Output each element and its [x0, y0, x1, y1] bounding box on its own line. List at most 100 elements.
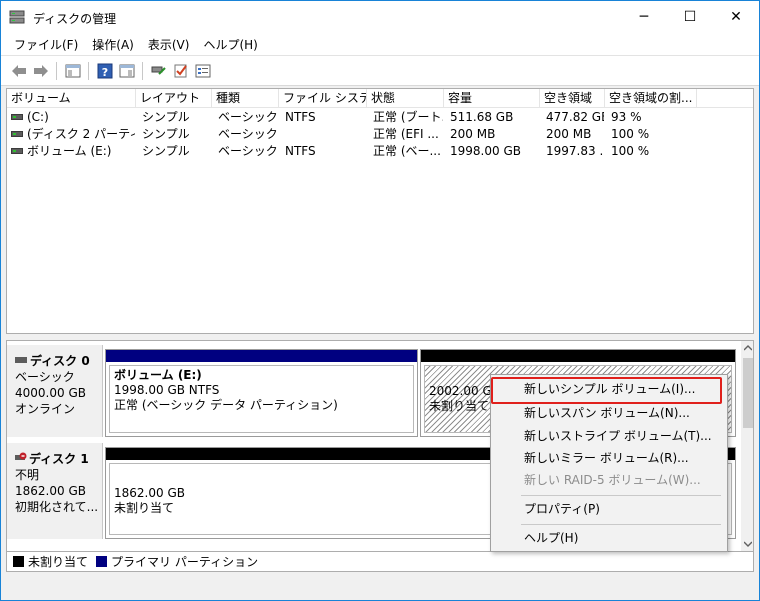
- menu-help[interactable]: ヘルプ(H): [196, 36, 264, 53]
- volume-layout: シンプル: [142, 144, 190, 158]
- close-button[interactable]: ✕: [713, 1, 759, 33]
- volume-row[interactable]: ボリューム (E:) シンプル ベーシック NTFS 正常 (ベー... 199…: [7, 143, 753, 160]
- volume-free-space: 477.82 GB: [546, 110, 604, 124]
- disk-name: ディスク 1: [29, 452, 89, 466]
- forward-arrow-icon[interactable]: [31, 61, 51, 81]
- partition-volume-e[interactable]: ボリューム (E:) 1998.00 GB NTFS 正常 (ベーシック データ…: [105, 349, 418, 437]
- disk-management-window: ディスクの管理 ─ ☐ ✕ ファイル(F) 操作(A) 表示(V) ヘルプ(H)…: [0, 0, 760, 601]
- menu-separator: [521, 524, 721, 525]
- volume-percent-free: 100 %: [611, 144, 650, 158]
- volume-name: ボリューム (E:): [27, 144, 112, 158]
- toolbar-separator: [88, 62, 89, 80]
- volume-layout: シンプル: [142, 127, 190, 141]
- console-tree-icon[interactable]: [63, 61, 83, 81]
- menu-bar: ファイル(F) 操作(A) 表示(V) ヘルプ(H): [1, 33, 759, 55]
- column-header-free-space[interactable]: 空き領域: [540, 89, 605, 108]
- volume-status: 正常 (ブート...: [373, 110, 443, 124]
- legend-primary-partition: プライマリ パーティション: [111, 555, 259, 569]
- menu-separator: [521, 495, 721, 496]
- volume-capacity: 200 MB: [450, 127, 496, 141]
- volume-file-system: NTFS: [285, 110, 316, 124]
- disk-management-icon: [9, 10, 25, 24]
- volume-file-system: NTFS: [285, 144, 316, 158]
- partition-state: 正常 (ベーシック データ パーティション): [114, 398, 338, 412]
- volume-icon: [11, 114, 23, 120]
- disk-status: 初期化されて...: [15, 500, 99, 514]
- volume-free-space: 200 MB: [546, 127, 592, 141]
- volume-type: ベーシック: [218, 127, 278, 141]
- column-header-percent-free[interactable]: 空き領域の割...: [605, 89, 697, 108]
- disk-0-label[interactable]: ディスク 0 ベーシック 4000.00 GB オンライン: [7, 345, 103, 437]
- column-header-volume[interactable]: ボリューム: [7, 89, 136, 108]
- disk-1-label[interactable]: ディスク 1 不明 1862.00 GB 初期化されて...: [7, 443, 103, 539]
- menu-view[interactable]: 表示(V): [141, 36, 197, 53]
- scroll-up-icon[interactable]: [744, 345, 752, 351]
- volume-icon: [11, 148, 23, 154]
- column-header-file-system[interactable]: ファイル システム: [279, 89, 367, 108]
- title-bar: ディスクの管理 ─ ☐ ✕: [1, 1, 759, 33]
- menu-new-striped-volume[interactable]: 新しいストライプ ボリューム(T)...: [491, 425, 727, 447]
- volume-status: 正常 (ベー...: [373, 144, 441, 158]
- partition-title: ボリューム (E:): [114, 368, 202, 382]
- menu-new-spanned-volume[interactable]: 新しいスパン ボリューム(N)...: [491, 402, 727, 424]
- volume-icon: [11, 131, 23, 137]
- back-arrow-icon[interactable]: [9, 61, 29, 81]
- disk-status: オンライン: [15, 402, 76, 416]
- disk-error-icon: [15, 452, 27, 460]
- menu-new-mirrored-volume[interactable]: 新しいミラー ボリューム(R)...: [491, 447, 727, 469]
- menu-new-raid5-volume: 新しい RAID-5 ボリューム(W)...: [524, 473, 701, 487]
- menu-help-item[interactable]: ヘルプ(H): [491, 527, 727, 549]
- volume-name: (C:): [27, 110, 49, 124]
- disk-size: 4000.00 GB: [15, 386, 86, 400]
- maximize-button[interactable]: ☐: [667, 1, 713, 33]
- primary-partition-bar: [106, 350, 417, 362]
- volume-percent-free: 93 %: [611, 110, 642, 124]
- disk-type: 不明: [15, 468, 40, 482]
- toolbar-separator: [142, 62, 143, 80]
- toolbar-separator: [56, 62, 57, 80]
- disk-icon: [15, 357, 27, 363]
- primary-partition-swatch: [96, 556, 108, 567]
- column-header-layout[interactable]: レイアウト: [136, 89, 212, 108]
- column-header-status[interactable]: 状態: [367, 89, 444, 108]
- volume-name: (ディスク 2 パーティシ...: [27, 127, 135, 141]
- scrollbar-thumb[interactable]: [743, 358, 753, 428]
- properties-icon[interactable]: [193, 61, 213, 81]
- show-hide-icon[interactable]: [117, 61, 137, 81]
- volume-row[interactable]: (C:) シンプル ベーシック NTFS 正常 (ブート... 511.68 G…: [7, 109, 753, 126]
- volume-percent-free: 100 %: [611, 127, 650, 141]
- connect-icon[interactable]: [149, 61, 169, 81]
- volume-capacity: 1998.00 GB: [450, 144, 521, 158]
- legend: 未割り当て プライマリ パーティション: [6, 552, 754, 572]
- window-title: ディスクの管理: [33, 12, 117, 26]
- volume-list: ボリューム レイアウト 種類 ファイル システム 状態 容量 空き領域 空き領域…: [6, 88, 754, 334]
- column-header-capacity[interactable]: 容量: [444, 89, 540, 108]
- vertical-scrollbar[interactable]: [741, 341, 753, 551]
- volume-layout: シンプル: [142, 110, 190, 124]
- svg-text:?: ?: [102, 66, 108, 79]
- partition-body: ボリューム (E:) 1998.00 GB NTFS 正常 (ベーシック データ…: [109, 365, 414, 433]
- menu-action[interactable]: 操作(A): [85, 36, 141, 53]
- disk-size: 1862.00 GB: [15, 484, 86, 498]
- volume-row[interactable]: (ディスク 2 パーティシ... シンプル ベーシック 正常 (EFI ... …: [7, 126, 753, 143]
- menu-file[interactable]: ファイル(F): [7, 36, 85, 53]
- toolbar: ?: [1, 55, 759, 86]
- highlight-box: [491, 377, 722, 404]
- unallocated-bar: [421, 350, 735, 362]
- minimize-button[interactable]: ─: [621, 1, 667, 33]
- menu-properties[interactable]: プロパティ(P): [491, 498, 727, 520]
- column-header-type[interactable]: 種類: [212, 89, 279, 108]
- volume-free-space: 1997.83 ...: [546, 144, 604, 158]
- help-icon[interactable]: ?: [95, 61, 115, 81]
- scroll-down-icon[interactable]: [744, 541, 752, 547]
- checklist-icon[interactable]: [171, 61, 191, 81]
- partition-size: 1998.00 GB NTFS: [114, 383, 220, 397]
- volume-status: 正常 (EFI ...: [373, 127, 439, 141]
- disk-type: ベーシック: [15, 370, 75, 384]
- volume-type: ベーシック: [218, 110, 278, 124]
- volume-list-header: ボリューム レイアウト 種類 ファイル システム 状態 容量 空き領域 空き領域…: [7, 89, 753, 108]
- legend-unallocated: 未割り当て: [28, 555, 89, 569]
- volume-type: ベーシック: [218, 144, 278, 158]
- disk-name: ディスク 0: [30, 354, 90, 368]
- unallocated-swatch: [13, 556, 24, 567]
